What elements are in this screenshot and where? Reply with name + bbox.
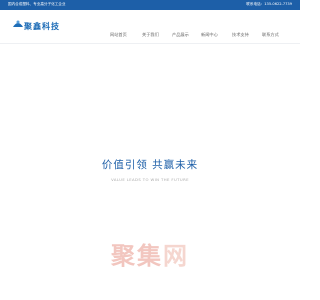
nav-item-support[interactable]: 技术支持 bbox=[232, 32, 249, 38]
slogan-subtitle: VALUE LEADS TO WIN THE FUTURE bbox=[111, 177, 189, 182]
hero-banner bbox=[0, 45, 300, 155]
watermark-logo: 聚集网 bbox=[0, 236, 300, 271]
slogan-title: 价值引领 共赢未来 bbox=[101, 159, 199, 171]
nav-item-contact[interactable]: 联系方式 bbox=[262, 32, 279, 38]
nav-item-home[interactable]: 网站首页 bbox=[110, 32, 127, 38]
watermark-part2: 网 bbox=[163, 242, 189, 270]
nav-item-products[interactable]: 产品展示 bbox=[172, 32, 189, 38]
logo-text: 聚鑫科技 bbox=[24, 21, 60, 31]
main-nav: 网站首页 关于我们 产品展示 新闻中心 技术支持 联系方式 bbox=[0, 32, 300, 38]
nav-item-about[interactable]: 关于我们 bbox=[142, 32, 159, 38]
top-tagline: 国内合成塑料、专业高分子化工企业 bbox=[8, 2, 66, 6]
top-info-bar: 国内合成塑料、专业高分子化工企业 联系电话：135-0622-7739 bbox=[0, 0, 300, 10]
nav-item-news[interactable]: 新闻中心 bbox=[201, 32, 218, 38]
site-header: 聚鑫科技 网站首页 关于我们 产品展示 新闻中心 技术支持 联系方式 bbox=[0, 10, 300, 44]
logo-icon bbox=[13, 20, 23, 27]
watermark-part1: 聚集 bbox=[111, 242, 163, 270]
top-hotline: 联系电话：135-0622-7739 bbox=[246, 2, 292, 6]
site-logo[interactable]: 聚鑫科技 bbox=[12, 19, 92, 33]
